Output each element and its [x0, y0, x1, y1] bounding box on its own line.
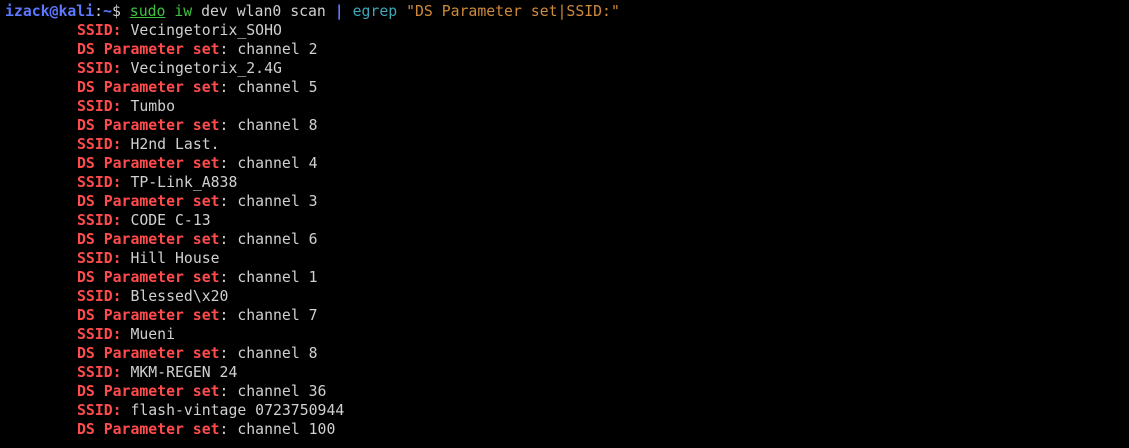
output-match: SSID:: [77, 174, 122, 191]
output-value: Hill House: [121, 250, 220, 267]
output-value: H2nd Last.: [121, 136, 220, 153]
output-value: : channel 100: [219, 421, 336, 438]
output-line: SSID: TP-Link_A838: [5, 173, 1129, 192]
output-value: : channel 4: [219, 155, 318, 172]
output-line: DS Parameter set: channel 2: [5, 40, 1129, 59]
output-line: DS Parameter set: channel 5: [5, 78, 1129, 97]
output-value: : channel 8: [219, 117, 318, 134]
output-match: SSID:: [77, 402, 122, 419]
prompt-host: kali: [58, 3, 95, 20]
output-line: SSID: H2nd Last.: [5, 135, 1129, 154]
output-line: SSID: flash-vintage 0723750944: [5, 401, 1129, 420]
command-output: SSID: Vecingetorix_SOHO DS Parameter set:…: [5, 21, 1129, 439]
command-iw: iw: [174, 3, 193, 20]
output-match: DS Parameter set: [77, 421, 220, 438]
command-sudo: sudo: [129, 3, 166, 20]
prompt-path: ~: [103, 3, 112, 20]
output-line: SSID: MKM-REGEN 24: [5, 363, 1129, 382]
output-value: flash-vintage 0723750944: [121, 402, 345, 419]
output-value: MKM-REGEN 24: [121, 364, 238, 381]
output-value: TP-Link_A838: [121, 174, 238, 191]
output-line: DS Parameter set: channel 8: [5, 344, 1129, 363]
terminal-window[interactable]: izack@kali:~$ sudo iw dev wlan0 scan | e…: [0, 0, 1129, 448]
output-line: SSID: Vecingetorix_2.4G: [5, 59, 1129, 78]
output-value: : channel 1: [219, 269, 318, 286]
prompt-separator: :: [94, 3, 104, 20]
output-line: DS Parameter set: channel 36: [5, 382, 1129, 401]
output-value: Vecingetorix_SOHO: [121, 22, 282, 39]
command-args: dev wlan0 scan: [201, 3, 326, 20]
output-match: SSID:: [77, 288, 122, 305]
output-line: SSID: Mueni: [5, 325, 1129, 344]
output-match: DS Parameter set: [77, 117, 220, 134]
output-match: SSID:: [77, 60, 122, 77]
output-line: DS Parameter set: channel 100: [5, 420, 1129, 439]
output-match: DS Parameter set: [77, 383, 220, 400]
output-value: : channel 6: [219, 231, 318, 248]
output-value: : channel 8: [219, 345, 318, 362]
output-match: SSID:: [77, 212, 122, 229]
output-match: DS Parameter set: [77, 193, 220, 210]
output-value: : channel 5: [219, 79, 318, 96]
command-pattern: "DS Parameter set|SSID:": [406, 3, 620, 20]
output-match: SSID:: [77, 250, 122, 267]
output-line: DS Parameter set: channel 7: [5, 306, 1129, 325]
output-match: SSID:: [77, 326, 122, 343]
output-line: DS Parameter set: channel 1: [5, 268, 1129, 287]
output-line: SSID: Hill House: [5, 249, 1129, 268]
output-value: Vecingetorix_2.4G: [121, 60, 282, 77]
output-line: SSID: CODE C-13: [5, 211, 1129, 230]
output-line: DS Parameter set: channel 6: [5, 230, 1129, 249]
command-egrep: egrep: [352, 3, 398, 20]
output-value: CODE C-13: [121, 212, 211, 229]
output-value: Tumbo: [121, 98, 175, 115]
output-value: Mueni: [121, 326, 175, 343]
output-match: DS Parameter set: [77, 269, 220, 286]
output-line: DS Parameter set: channel 8: [5, 116, 1129, 135]
output-line: DS Parameter set: channel 4: [5, 154, 1129, 173]
output-value: : channel 3: [219, 193, 318, 210]
output-value: : channel 2: [219, 41, 318, 58]
output-match: SSID:: [77, 364, 122, 381]
output-match: DS Parameter set: [77, 79, 220, 96]
output-match: SSID:: [77, 22, 122, 39]
output-match: SSID:: [77, 136, 122, 153]
output-match: DS Parameter set: [77, 345, 220, 362]
output-match: DS Parameter set: [77, 307, 220, 324]
output-line: SSID: Blessed\x20: [5, 287, 1129, 306]
output-match: DS Parameter set: [77, 41, 220, 58]
command-pipe: |: [334, 3, 344, 20]
output-match: SSID:: [77, 98, 122, 115]
output-value: : channel 7: [219, 307, 318, 324]
output-line: DS Parameter set: channel 3: [5, 192, 1129, 211]
prompt-symbol: $: [111, 3, 121, 20]
output-value: Blessed\x20: [121, 288, 229, 305]
output-line: SSID: Tumbo: [5, 97, 1129, 116]
output-value: : channel 36: [219, 383, 327, 400]
prompt-user: izack: [5, 3, 50, 20]
output-match: DS Parameter set: [77, 231, 220, 248]
output-match: DS Parameter set: [77, 155, 220, 172]
output-line: SSID: Vecingetorix_SOHO: [5, 21, 1129, 40]
command-line: izack@kali:~$ sudo iw dev wlan0 scan | e…: [5, 2, 1129, 21]
